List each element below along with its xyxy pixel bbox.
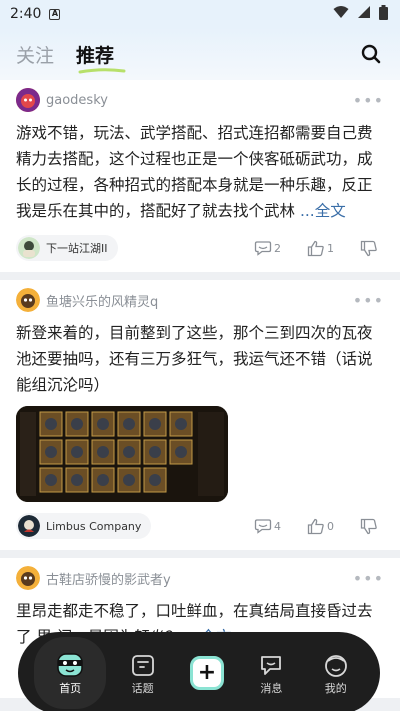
nav-home-label: 首页: [59, 682, 82, 695]
nav-messages-label: 消息: [260, 682, 283, 695]
post-card[interactable]: 鱼塘兴乐的风精灵q ••• 新登来着的，目前整到了这些，那个三到四次的瓦夜池还要…: [0, 280, 400, 550]
post-feed[interactable]: gaodesky ••• 游戏不错，玩法、武学搭配、招式连招都需要自己费精力去搭…: [0, 80, 400, 698]
comment-button[interactable]: 2: [254, 240, 281, 256]
like-button[interactable]: 0: [307, 518, 334, 535]
more-options-icon[interactable]: •••: [353, 91, 384, 110]
nav-mine-label: 我的: [324, 682, 347, 695]
search-icon: [361, 44, 381, 64]
game-avatar: [18, 237, 40, 259]
user-avatar[interactable]: [16, 288, 40, 312]
username[interactable]: gaodesky: [46, 93, 108, 108]
post-content[interactable]: 游戏不错，玩法、武学搭配、招式连招都需要自己费精力去搭配，这个过程也正是一个侠客…: [16, 116, 384, 224]
comment-icon: [254, 241, 272, 256]
tab-follow[interactable]: 关注: [16, 41, 54, 68]
messages-icon: [258, 650, 284, 680]
like-count: 0: [327, 519, 334, 533]
wifi-icon: [333, 5, 349, 23]
nav-messages[interactable]: 消息: [243, 650, 299, 696]
nav-post[interactable]: +: [179, 656, 235, 690]
nav-topics[interactable]: 话题: [115, 650, 171, 696]
status-bar: 2:40 A: [0, 0, 400, 28]
nav-mine[interactable]: 我的: [308, 650, 364, 696]
post-image[interactable]: [16, 406, 228, 502]
nav-home[interactable]: 首页: [34, 637, 107, 709]
battery-icon: [379, 4, 388, 24]
nav-topics-label: 话题: [131, 682, 154, 695]
comment-count: 2: [274, 241, 281, 255]
profile-icon: [323, 650, 349, 680]
tab-recommend[interactable]: 推荐: [76, 41, 126, 73]
post-content[interactable]: 新登来着的，目前整到了这些，那个三到四次的瓦夜池还要抽吗，还有三万多狂气，我运气…: [16, 316, 384, 398]
topics-icon: [130, 650, 156, 680]
more-options-icon[interactable]: •••: [353, 569, 384, 588]
thumbs-down-icon: [360, 240, 377, 256]
username[interactable]: 鱼塘兴乐的风精灵q: [46, 291, 158, 310]
comment-icon: [254, 519, 272, 534]
thumbs-up-icon: [307, 518, 324, 534]
comment-count: 4: [274, 519, 281, 533]
topic-tag[interactable]: Limbus Company: [16, 513, 152, 539]
like-count: 1: [327, 241, 334, 255]
tab-recommend-label: 推荐: [76, 44, 115, 67]
top-tabs-header: 关注 推荐: [0, 28, 400, 80]
game-avatar: [18, 515, 40, 537]
topic-tag[interactable]: 下一站江湖II: [16, 235, 118, 261]
username[interactable]: 古鞋店骄慢的影武者y: [46, 569, 171, 588]
thumbs-down-icon: [360, 518, 377, 534]
post-text: 新登来着的，目前整到了这些，那个三到四次的瓦夜池还要抽吗，还有三万多狂气，我运气…: [16, 324, 373, 394]
comment-button[interactable]: 4: [254, 518, 281, 534]
thumbs-up-icon: [307, 240, 324, 256]
search-button[interactable]: [358, 41, 384, 67]
like-button[interactable]: 1: [307, 240, 334, 257]
dislike-button[interactable]: [360, 518, 378, 535]
user-avatar[interactable]: [16, 566, 40, 590]
new-post-button[interactable]: +: [189, 656, 224, 690]
post-card[interactable]: gaodesky ••• 游戏不错，玩法、武学搭配、招式连招都需要自己费精力去搭…: [0, 80, 400, 272]
user-avatar[interactable]: [16, 88, 40, 112]
read-full-link[interactable]: ...全文: [300, 202, 346, 220]
more-options-icon[interactable]: •••: [353, 291, 384, 310]
bottom-navigation: 首页 话题 + 消息 我的: [18, 632, 380, 711]
tab-active-underline: [78, 67, 126, 73]
home-face-icon: [55, 650, 85, 680]
status-time: 2:40: [10, 6, 42, 22]
dislike-button[interactable]: [360, 240, 378, 257]
topic-label: 下一站江湖II: [46, 242, 108, 255]
notification-icon: A: [49, 8, 61, 20]
signal-icon: [357, 5, 371, 23]
topic-label: Limbus Company: [46, 519, 142, 533]
